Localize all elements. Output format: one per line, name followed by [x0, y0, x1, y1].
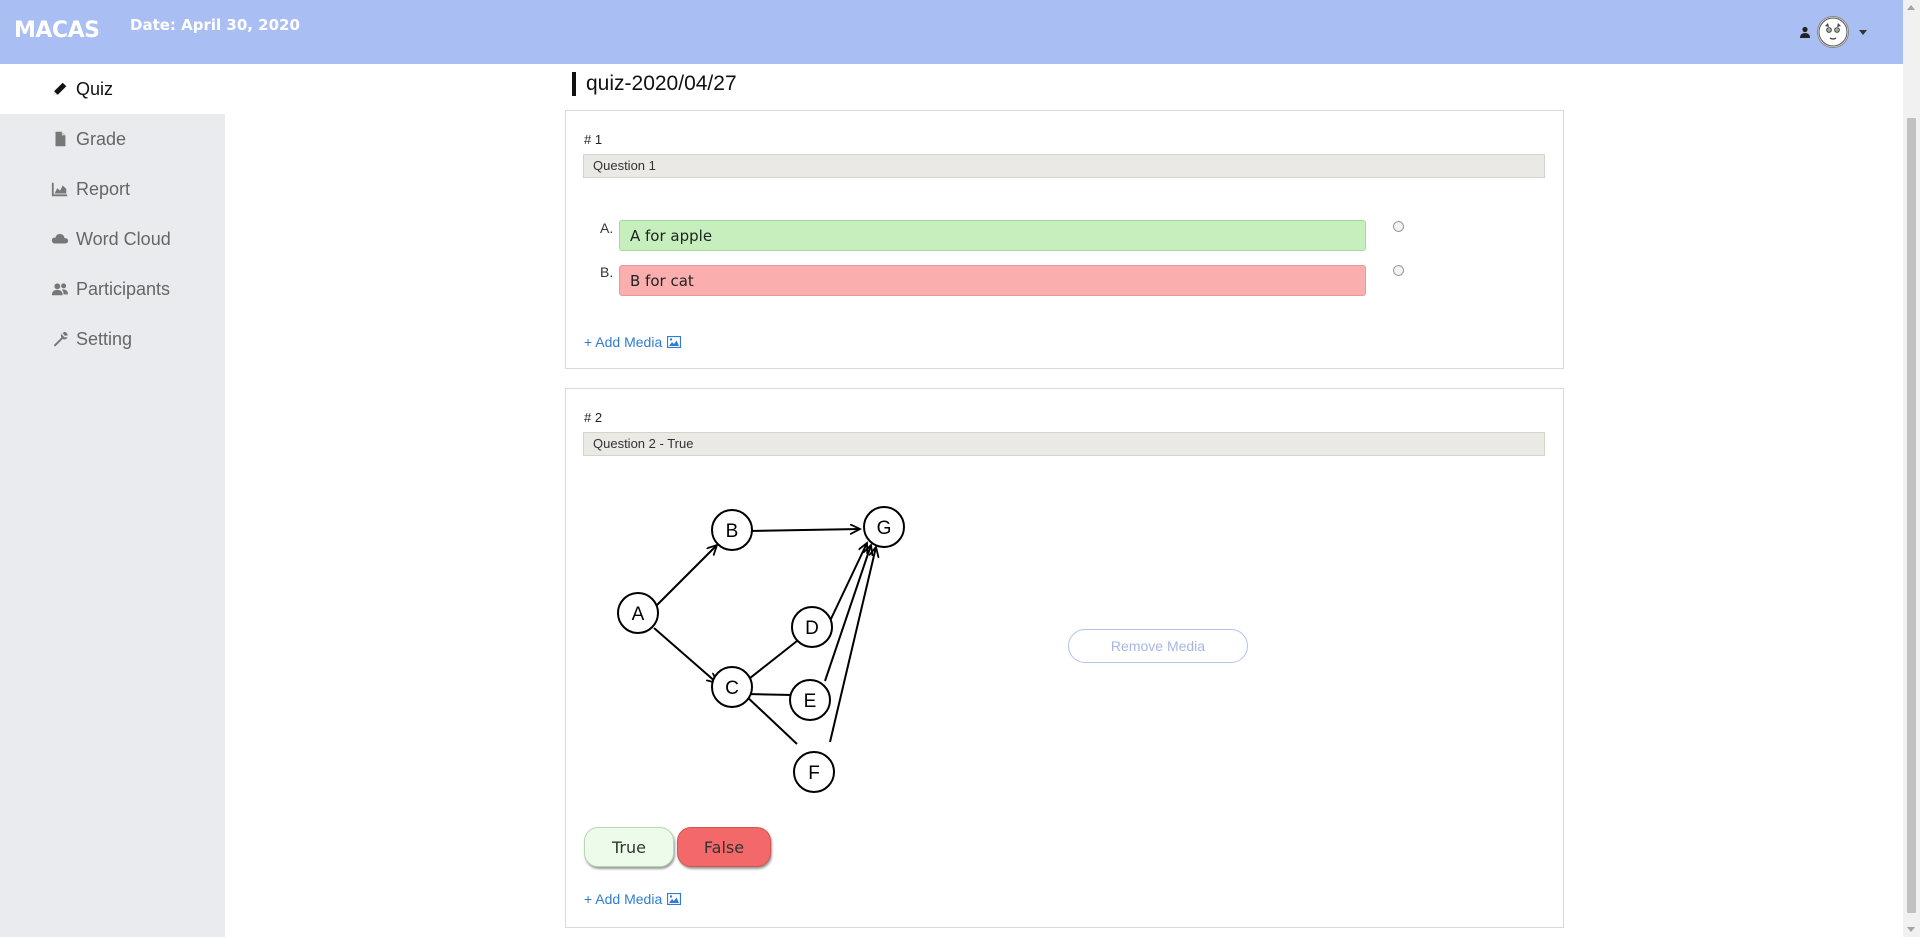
- sidebar-item-label: Grade: [76, 128, 127, 149]
- graph-edge: [653, 545, 717, 609]
- brand-logo[interactable]: MACAS: [14, 18, 100, 43]
- wrench-icon: [50, 329, 70, 349]
- sidebar-item-quiz[interactable]: Quiz: [0, 64, 225, 114]
- chevron-down-icon[interactable]: [1859, 29, 1867, 35]
- graph-edge: [744, 640, 798, 683]
- current-date: Date: April 30, 2020: [130, 16, 300, 34]
- user-menu[interactable]: [1799, 16, 1867, 48]
- remove-media-button[interactable]: Remove Media: [1068, 629, 1248, 663]
- add-media-button[interactable]: + Add Media: [584, 334, 682, 350]
- sidebar-item-setting[interactable]: Setting: [0, 314, 225, 364]
- graph-node-label: F: [808, 763, 820, 784]
- scroll-down-arrow-icon[interactable]: [1907, 927, 1915, 932]
- option-a-field[interactable]: A for apple: [619, 220, 1366, 251]
- add-media-button[interactable]: + Add Media: [584, 891, 682, 907]
- graph-node-label: E: [804, 691, 817, 712]
- option-letter: A.: [600, 220, 614, 236]
- top-bar: MACAS Date: April 30, 2020: [0, 0, 1903, 64]
- sidebar-item-grade[interactable]: Grade: [0, 114, 225, 164]
- graph-edge: [747, 693, 793, 696]
- graph-edge: [653, 627, 717, 683]
- question-number: # 1: [584, 132, 603, 147]
- users-icon: [50, 279, 70, 299]
- question-card: # 2 Question 2 - True A B C D E F G Remo…: [565, 388, 1564, 928]
- graph-node-label: C: [725, 678, 739, 699]
- question-card: # 1 Question 1 A. A for apple B. B for c…: [565, 110, 1564, 369]
- sidebar-item-report[interactable]: Report: [0, 164, 225, 214]
- image-icon: [667, 336, 682, 348]
- sidebar-item-label: Word Cloud: [76, 228, 171, 249]
- add-media-label: + Add Media: [584, 891, 663, 907]
- true-button[interactable]: True: [584, 827, 674, 867]
- sidebar: Quiz Grade Report Word Cloud Participant…: [0, 64, 225, 937]
- option-a-radio[interactable]: [1393, 221, 1404, 232]
- false-button[interactable]: False: [677, 827, 771, 867]
- option-letter: B.: [600, 264, 614, 280]
- scroll-up-arrow-icon[interactable]: [1907, 5, 1915, 10]
- area-chart-icon: [50, 179, 70, 199]
- option-b-field[interactable]: B for cat: [619, 265, 1366, 296]
- question-number: # 2: [584, 410, 603, 425]
- sidebar-item-label: Setting: [76, 328, 133, 349]
- file-icon: [50, 129, 70, 149]
- pencil-icon: [50, 79, 70, 99]
- graph-node-label: G: [877, 518, 892, 539]
- option-b-radio[interactable]: [1393, 265, 1404, 276]
- question-media-graph: A B C D E F G: [617, 506, 905, 793]
- sidebar-item-label: Participants: [76, 278, 171, 299]
- graph-edge: [748, 529, 860, 531]
- avatar-face-icon[interactable]: [1817, 16, 1849, 48]
- page-title: quiz-2020/04/27: [572, 72, 737, 96]
- graph-nodes: [617, 506, 905, 793]
- sidebar-item-word-cloud[interactable]: Word Cloud: [0, 214, 225, 264]
- graph-node-label: B: [726, 521, 739, 542]
- sidebar-item-label: Quiz: [76, 78, 114, 99]
- question-text-field[interactable]: Question 1: [583, 154, 1545, 178]
- graph-edge: [824, 545, 871, 682]
- scroll-thumb[interactable]: [1907, 118, 1916, 913]
- cloud-icon: [50, 229, 70, 249]
- vertical-scrollbar[interactable]: [1903, 0, 1920, 937]
- graph-node-label: D: [805, 618, 819, 639]
- add-media-label: + Add Media: [584, 334, 663, 350]
- question-text-field[interactable]: Question 2 - True: [583, 432, 1545, 456]
- image-icon: [667, 893, 682, 905]
- graph-edges: [653, 529, 876, 745]
- user-icon: [1800, 26, 1810, 38]
- sidebar-item-label: Report: [76, 178, 131, 199]
- graph-node-label: A: [632, 604, 645, 625]
- sidebar-item-participants[interactable]: Participants: [0, 264, 225, 314]
